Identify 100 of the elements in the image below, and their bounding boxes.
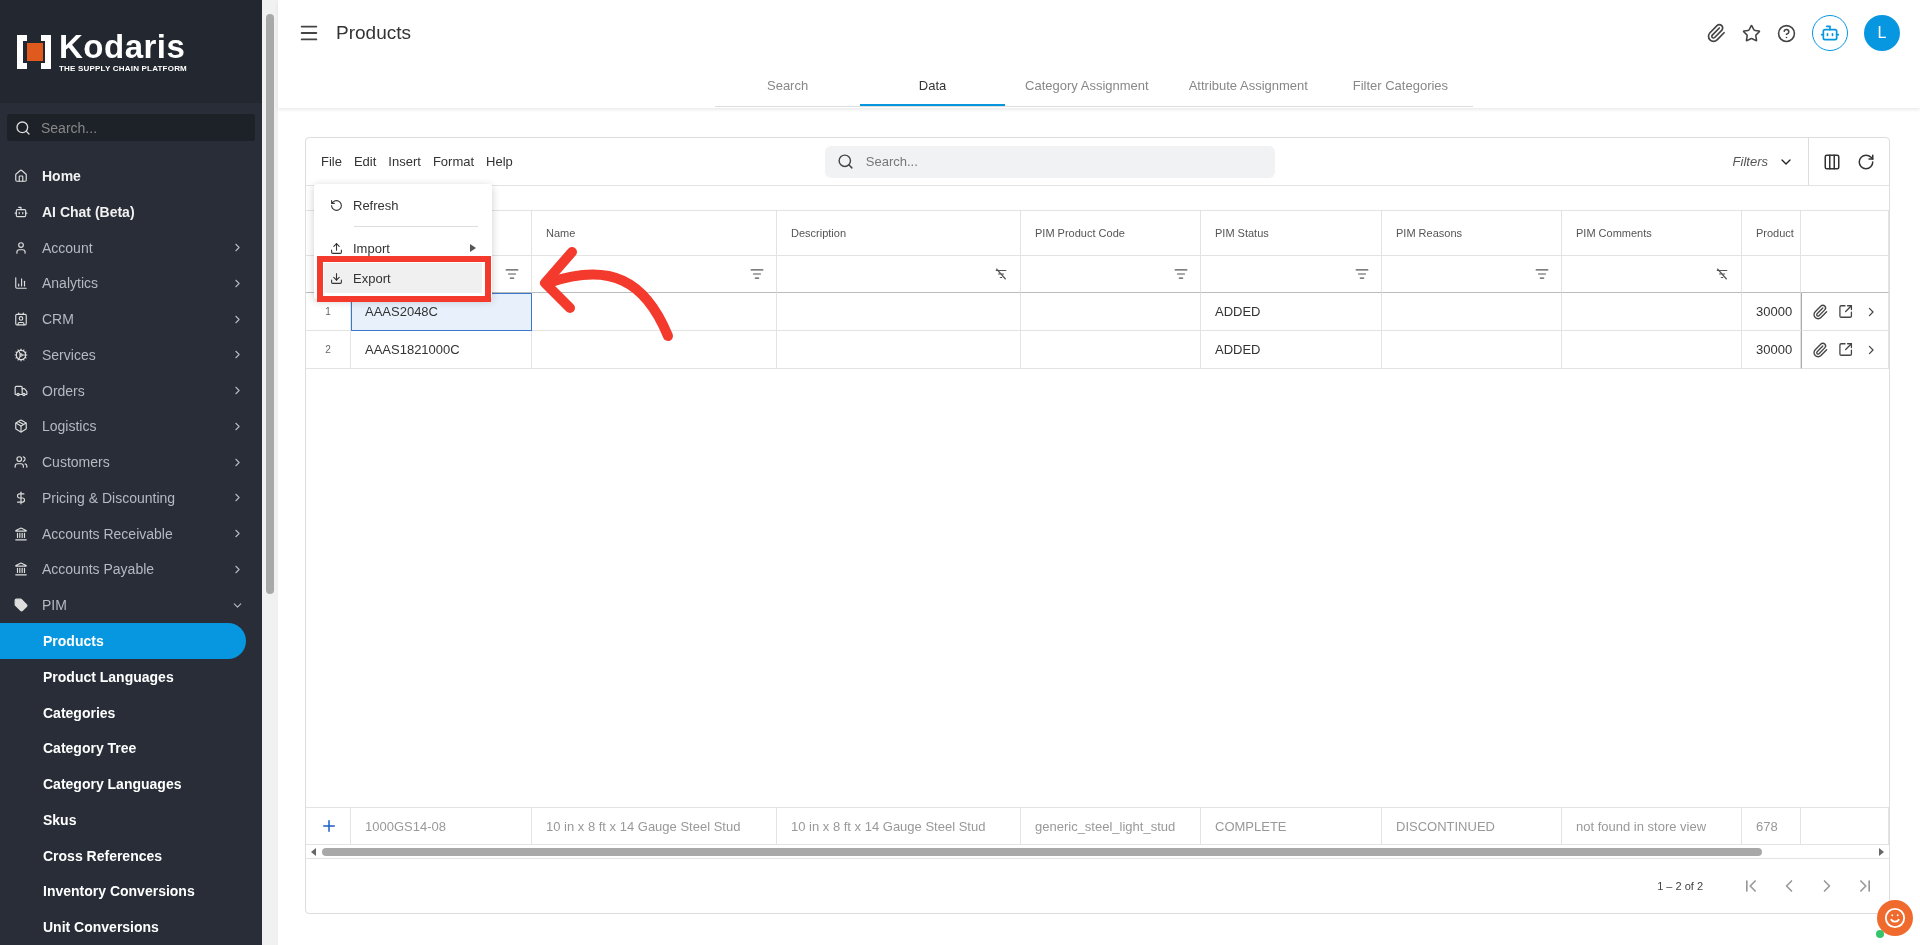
page-title: Products bbox=[336, 22, 412, 44]
column-header[interactable]: PIM Status bbox=[1201, 211, 1382, 256]
sidebar-subitem[interactable]: Category Tree bbox=[0, 730, 246, 767]
scrollbar-thumb[interactable] bbox=[322, 847, 1762, 856]
menu-option[interactable]: Refresh bbox=[324, 190, 482, 220]
menu-item[interactable]: Format bbox=[432, 154, 475, 169]
paperclip-icon[interactable] bbox=[1706, 23, 1726, 43]
search-icon bbox=[15, 119, 31, 136]
menu-item[interactable]: File bbox=[321, 154, 342, 169]
sidebar-item[interactable]: Services bbox=[0, 337, 262, 373]
grid-search-field[interactable]: Search... bbox=[824, 145, 1275, 178]
sidebar-subitem[interactable]: Skus bbox=[0, 801, 246, 838]
table-cell[interactable]: 30000 bbox=[1742, 293, 1801, 331]
chat-widget-button[interactable] bbox=[1877, 900, 1913, 936]
refresh-icon bbox=[330, 198, 343, 212]
dollar-icon bbox=[14, 490, 28, 505]
paperclip-icon[interactable] bbox=[1812, 302, 1829, 321]
columns-icon[interactable] bbox=[1823, 152, 1841, 171]
filter-icon[interactable] bbox=[1355, 267, 1369, 281]
filters-dropdown[interactable]: Filters bbox=[1732, 138, 1809, 185]
sidebar-item[interactable]: CRM bbox=[0, 301, 262, 337]
menu-item[interactable]: Help bbox=[486, 154, 513, 169]
sidebar-subitem[interactable]: Categories bbox=[0, 694, 246, 731]
sidebar-subitem[interactable]: Inventory Conversions bbox=[0, 873, 246, 910]
filter-off-icon[interactable] bbox=[1715, 267, 1729, 281]
filter-icon[interactable] bbox=[750, 267, 764, 281]
upload-icon bbox=[330, 241, 343, 255]
column-header[interactable]: Name bbox=[532, 211, 777, 256]
tab[interactable]: Search bbox=[715, 66, 861, 106]
sidebar-item[interactable]: Account bbox=[0, 229, 262, 266]
brand-tagline: THE SUPPLY CHAIN PLATFORM bbox=[59, 64, 187, 74]
table-cell[interactable] bbox=[777, 293, 1021, 331]
sidebar-subitem[interactable]: Product Languages bbox=[0, 658, 246, 695]
tab[interactable]: Data bbox=[860, 66, 1006, 106]
refresh-icon[interactable] bbox=[1857, 152, 1875, 171]
table-cell[interactable] bbox=[1382, 293, 1562, 331]
external-link-icon[interactable] bbox=[1838, 303, 1854, 320]
column-header[interactable]: PIM Comments bbox=[1562, 211, 1742, 256]
table-cell[interactable] bbox=[777, 331, 1021, 369]
column-header[interactable]: Description bbox=[777, 211, 1021, 256]
scroll-left-icon[interactable] bbox=[310, 847, 318, 856]
menu-option[interactable]: Import bbox=[324, 233, 482, 263]
paperclip-icon[interactable] bbox=[1812, 340, 1829, 359]
sidebar-item[interactable]: PIM bbox=[0, 587, 262, 624]
sidebar-subitem[interactable]: Category Languages bbox=[0, 766, 246, 802]
table-cell[interactable]: ADDED bbox=[1201, 293, 1382, 331]
brand-name: Kodaris bbox=[59, 30, 187, 65]
menu-item[interactable]: Insert bbox=[388, 154, 421, 169]
tab[interactable]: Filter Categories bbox=[1327, 66, 1473, 106]
bank-icon bbox=[14, 562, 28, 577]
filter-icon[interactable] bbox=[505, 267, 519, 281]
gears-icon bbox=[14, 347, 28, 362]
smile-icon bbox=[1884, 907, 1906, 929]
table-cell[interactable] bbox=[1562, 331, 1742, 369]
column-header[interactable]: Product bbox=[1742, 211, 1801, 256]
menu-option[interactable]: Export bbox=[324, 263, 482, 293]
contact-card-icon bbox=[14, 312, 28, 327]
menu-item[interactable]: Edit bbox=[353, 154, 377, 169]
filter-icon[interactable] bbox=[1174, 267, 1188, 281]
table-cell[interactable] bbox=[1382, 331, 1562, 369]
filter-off-icon[interactable] bbox=[994, 267, 1008, 281]
sidebar-item[interactable]: Logistics bbox=[0, 408, 262, 445]
plus-icon bbox=[320, 817, 338, 835]
scrollbar-thumb[interactable] bbox=[266, 14, 274, 594]
table-cell[interactable] bbox=[1021, 293, 1201, 331]
person-icon bbox=[14, 240, 28, 255]
column-header[interactable]: PIM Product Code bbox=[1021, 211, 1201, 256]
sidebar-item[interactable]: Customers bbox=[0, 444, 262, 481]
sidebar-subitem[interactable]: Unit Conversions bbox=[0, 909, 246, 945]
online-status-dot bbox=[1876, 930, 1884, 938]
table-cell[interactable]: ADDED bbox=[1201, 331, 1382, 369]
search-icon bbox=[836, 153, 854, 170]
star-icon[interactable] bbox=[1742, 23, 1761, 43]
table-cell[interactable] bbox=[1021, 331, 1201, 369]
sidebar-item[interactable]: Accounts Payable bbox=[0, 551, 262, 588]
help-icon[interactable] bbox=[1777, 23, 1796, 43]
sidebar-item[interactable]: Orders bbox=[0, 372, 262, 409]
tab[interactable]: Attribute Assignment bbox=[1168, 66, 1328, 106]
robot-icon bbox=[1820, 23, 1840, 43]
table-cell[interactable] bbox=[532, 331, 777, 369]
sidebar-search-field[interactable]: Search... bbox=[7, 114, 255, 142]
filter-icon[interactable] bbox=[1535, 267, 1549, 281]
tab[interactable]: Category Assignment bbox=[1005, 66, 1169, 106]
sidebar-item[interactable]: Analytics bbox=[0, 265, 262, 302]
table-cell[interactable]: AAAS1821000C bbox=[351, 331, 532, 369]
sidebar-item[interactable]: Home bbox=[0, 158, 262, 194]
table-cell[interactable] bbox=[1562, 293, 1742, 331]
sidebar-item[interactable]: Pricing & Discounting bbox=[0, 480, 262, 516]
table-cell[interactable]: 30000 bbox=[1742, 331, 1801, 369]
external-link-icon[interactable] bbox=[1838, 341, 1854, 358]
add-row-button[interactable] bbox=[320, 817, 338, 835]
people-icon bbox=[14, 455, 28, 470]
house-icon bbox=[14, 169, 28, 184]
column-header[interactable]: PIM Reasons bbox=[1382, 211, 1562, 256]
sidebar-item[interactable]: Accounts Receivable bbox=[0, 515, 262, 552]
table-cell[interactable] bbox=[532, 293, 777, 331]
scroll-right-icon[interactable] bbox=[1877, 847, 1885, 856]
sidebar-subitem[interactable]: Cross References bbox=[0, 837, 246, 874]
sidebar-item[interactable]: AI Chat (Beta) bbox=[0, 193, 262, 230]
tag-icon bbox=[14, 598, 28, 613]
